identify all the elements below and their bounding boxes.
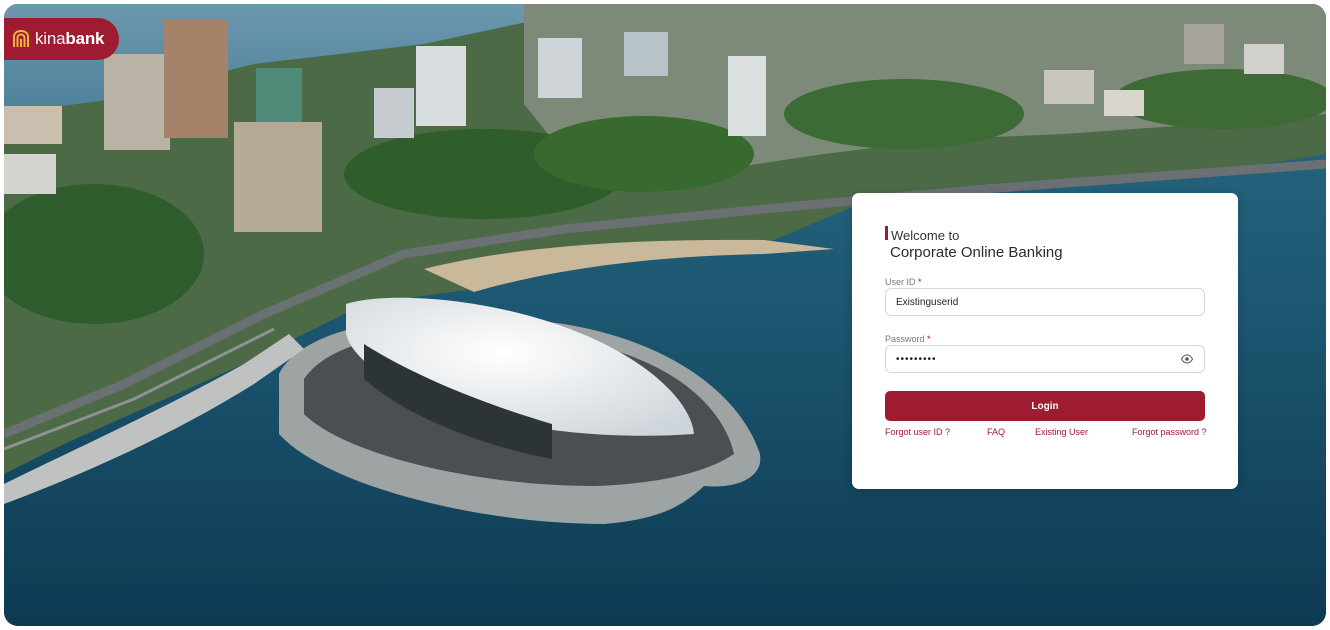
kinabank-wave-icon [13, 29, 29, 47]
kinabank-wordmark: kinabank [35, 29, 105, 48]
welcome-text: Welcome to [891, 228, 960, 243]
login-button[interactable]: Login [885, 391, 1205, 421]
kinabank-logo[interactable]: kinabank [4, 18, 119, 60]
faq-link[interactable]: FAQ [987, 427, 1005, 437]
title-accent-bar [885, 226, 888, 240]
forgot-user-id-link[interactable]: Forgot user ID ? [885, 427, 950, 437]
forgot-password-link[interactable]: Forgot password ? [1132, 427, 1207, 437]
show-password-eye-icon[interactable] [1179, 352, 1195, 366]
login-card: Welcome to Corporate Online Banking User… [852, 193, 1238, 489]
password-label: Password * [885, 334, 931, 344]
page-background: kinabank Welcome to Corporate Online Ban… [4, 4, 1326, 626]
user-id-label: User ID * [885, 277, 922, 287]
page-title: Corporate Online Banking [890, 244, 1063, 261]
user-id-input[interactable] [885, 288, 1205, 316]
required-mark: * [918, 277, 922, 287]
eye-icon [1181, 354, 1193, 364]
password-input[interactable] [885, 345, 1205, 373]
required-mark: * [927, 334, 931, 344]
existing-user-link[interactable]: Existing User [1035, 427, 1088, 437]
